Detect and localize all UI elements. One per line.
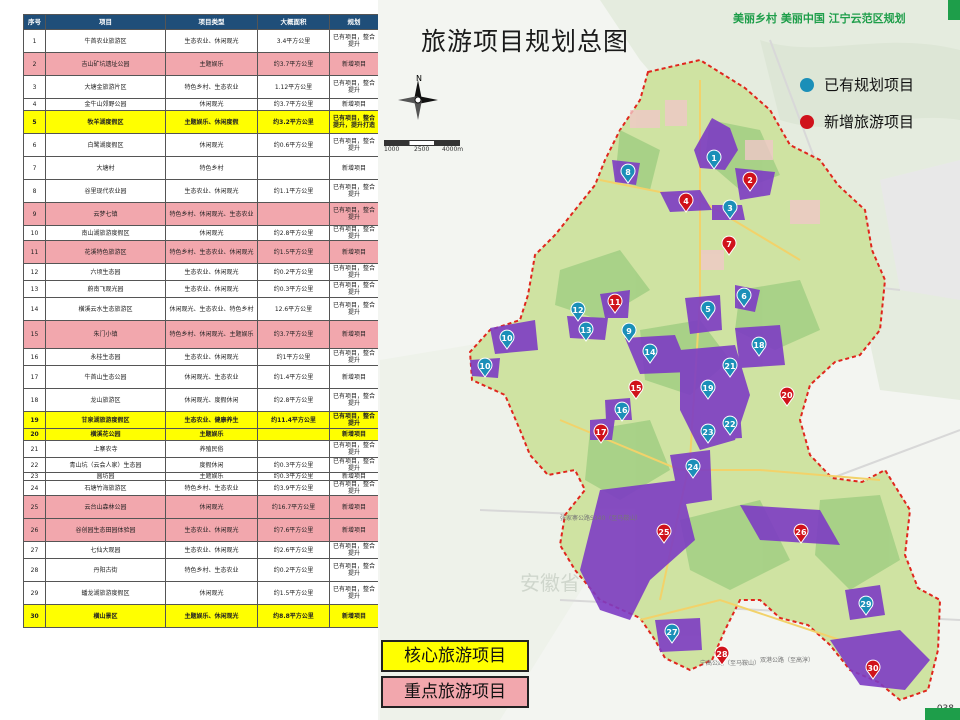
map-marker-label: 2 <box>747 176 753 185</box>
map-marker-label: 1 <box>711 154 717 163</box>
map-marker-label: 3 <box>727 204 733 213</box>
north-label: N <box>416 74 422 83</box>
map-marker-label: 28 <box>716 650 728 659</box>
existing-dot-icon <box>800 77 814 92</box>
legend-new-label: 新增旅游项目 <box>824 113 915 131</box>
map-marker-label: 9 <box>626 327 632 336</box>
map-marker-label: 7 <box>726 240 732 249</box>
map-marker-label: 12 <box>572 306 583 315</box>
header-slogan: 美丽乡村 美丽中国 江宁云范区规划 <box>733 12 906 25</box>
map-marker-label: 15 <box>630 384 642 393</box>
map-marker-label: 29 <box>860 600 872 609</box>
scale-bar: 1000 2500 4000m <box>384 140 474 154</box>
map-marker-label: 19 <box>702 384 714 393</box>
map-marker-label: 25 <box>658 528 670 537</box>
map-marker-label: 13 <box>580 326 591 335</box>
map-marker-label: 4 <box>683 197 689 206</box>
map-marker-label: 18 <box>753 341 765 350</box>
map-marker-label: 10 <box>479 362 491 371</box>
map-marker-label: 20 <box>781 391 793 400</box>
road-label-1: 张家寨公路S340（至马鞍山） <box>560 514 641 522</box>
map-marker-label: 30 <box>867 664 879 673</box>
road-label-3: 双港公路（至高淳） <box>760 656 814 664</box>
scale-tick-1: 1000 <box>384 146 400 153</box>
map-marker-label: 14 <box>644 348 656 357</box>
legend-existing-label: 已有规划项目 <box>824 76 915 94</box>
map-marker-label: 5 <box>705 305 711 314</box>
map-marker-label: 6 <box>741 292 747 301</box>
map-marker-label: 21 <box>724 362 736 371</box>
map-marker-label: 27 <box>666 628 677 637</box>
new-dot-icon <box>800 114 814 129</box>
province-label: 安徽省 <box>520 571 580 595</box>
compass-icon <box>398 80 438 120</box>
map-marker-label: 10 <box>501 334 513 343</box>
legend-new: 新增旅游项目 <box>800 111 914 132</box>
legend-existing: 已有规划项目 <box>800 74 914 95</box>
map-marker-label: 8 <box>625 168 631 177</box>
map-marker-label: 23 <box>702 428 713 437</box>
header-accent-bar <box>948 0 960 20</box>
map-marker-label: 22 <box>724 420 735 429</box>
core-project-key: 核心旅游项目 <box>381 640 529 672</box>
map-marker-label: 17 <box>595 428 606 437</box>
map-canvas: 安徽省 张家寨公路S340（至马鞍山） 宁高公路（至马鞍山） 双港公路（至高淳）… <box>378 0 960 720</box>
north-arrow: N <box>396 74 440 126</box>
map-marker-label: 24 <box>687 463 699 472</box>
map-marker-label: 16 <box>616 406 628 415</box>
scale-tick-2: 2500 <box>414 146 430 153</box>
key-project-key: 重点旅游项目 <box>381 676 529 708</box>
page-title: 旅游项目规划总图 <box>421 27 630 56</box>
footer-accent-bar <box>925 708 960 720</box>
map-marker-label: 11 <box>609 298 621 307</box>
scale-tick-3: 4000m <box>442 146 464 153</box>
road-label-2: 宁高公路（至马鞍山） <box>700 659 760 667</box>
map-marker-label: 26 <box>795 528 807 537</box>
